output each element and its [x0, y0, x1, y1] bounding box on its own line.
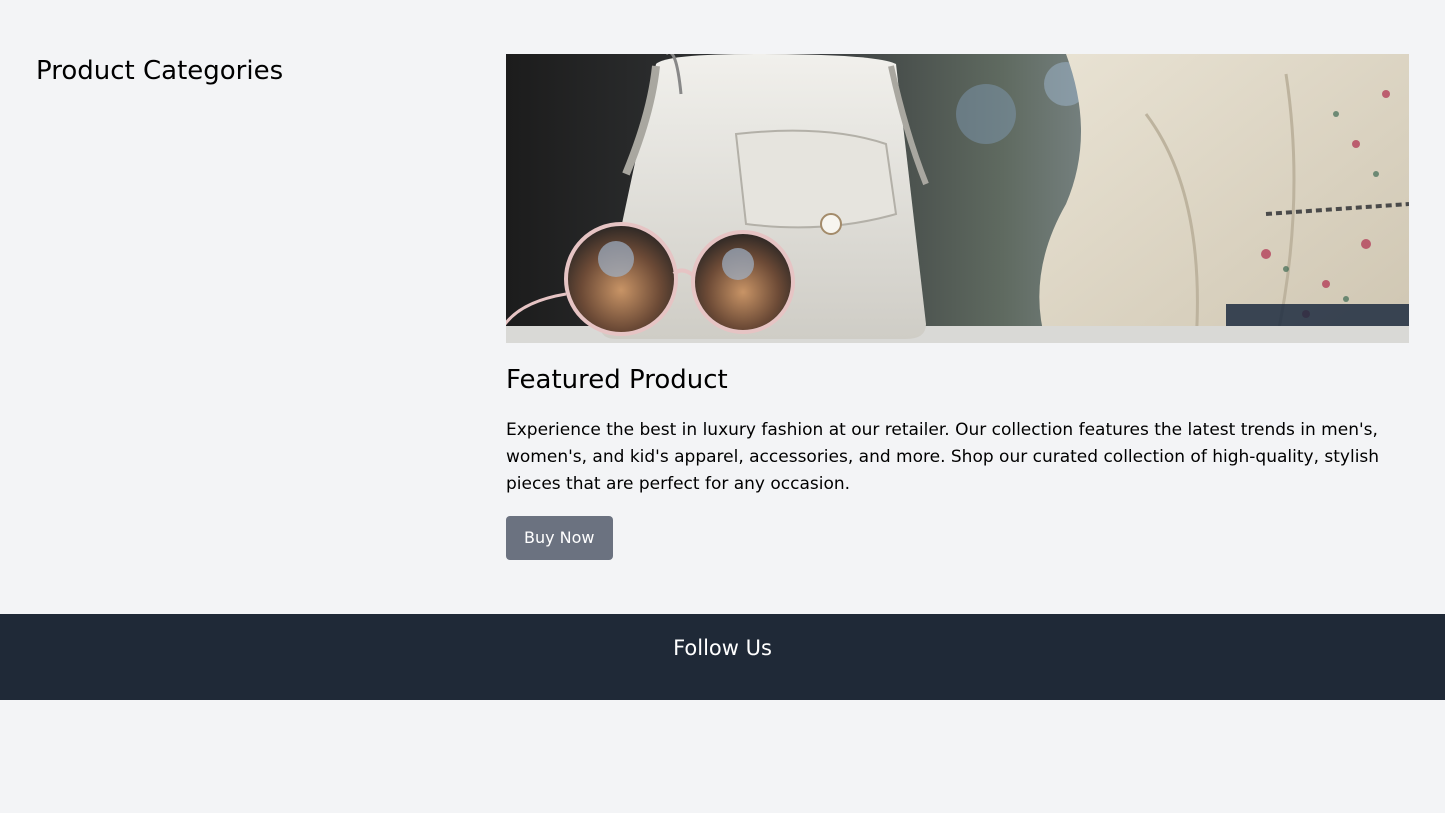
- featured-product-description: Experience the best in luxury fashion at…: [506, 420, 1380, 494]
- main-content: Product Categories Featured Product Expe…: [0, 0, 1445, 614]
- featured-product-section: Featured Product Experience the best in …: [506, 54, 1409, 560]
- footer: Follow Us: [0, 614, 1445, 700]
- featured-product-image: [506, 54, 1409, 343]
- product-categories-heading: Product Categories: [36, 56, 284, 86]
- follow-us-heading: Follow Us: [673, 636, 772, 660]
- buy-now-button[interactable]: Buy Now: [506, 516, 613, 560]
- featured-product-title: Featured Product: [506, 365, 728, 395]
